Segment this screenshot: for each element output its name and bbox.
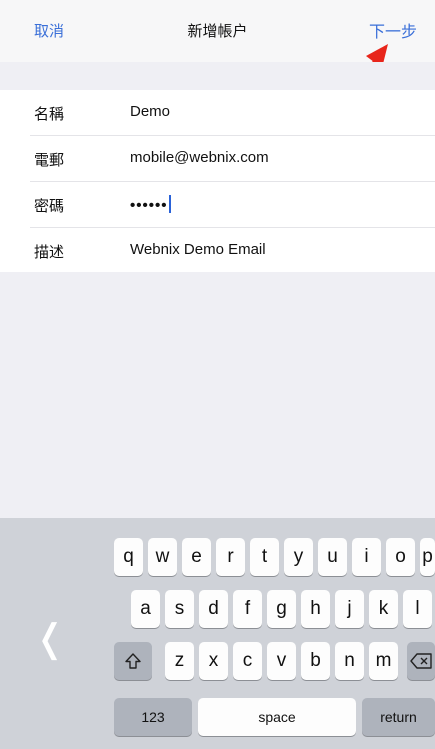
- empty-background: [0, 272, 435, 518]
- key-g[interactable]: g: [267, 590, 296, 628]
- delete-key[interactable]: [407, 642, 435, 680]
- key-d[interactable]: d: [199, 590, 228, 628]
- key-z[interactable]: z: [165, 642, 194, 680]
- key-y[interactable]: y: [284, 538, 313, 576]
- key-t[interactable]: t: [250, 538, 279, 576]
- description-field[interactable]: Webnix Demo Email: [130, 241, 266, 258]
- key-w[interactable]: w: [148, 538, 177, 576]
- text-cursor: [168, 195, 171, 213]
- account-form: 名稱 Demo 電郵 mobile@webnix.com 密碼 •••••• 描…: [0, 90, 435, 273]
- key-f[interactable]: f: [233, 590, 262, 628]
- key-i[interactable]: i: [352, 538, 381, 576]
- key-l[interactable]: l: [403, 590, 432, 628]
- key-o[interactable]: o: [386, 538, 415, 576]
- email-field[interactable]: mobile@webnix.com: [130, 149, 269, 166]
- key-s[interactable]: s: [165, 590, 194, 628]
- shift-arrow-icon: [125, 653, 141, 669]
- next-button[interactable]: 下一步: [369, 18, 417, 42]
- key-r[interactable]: r: [216, 538, 245, 576]
- shift-key[interactable]: [114, 642, 152, 680]
- key-x[interactable]: x: [199, 642, 228, 680]
- form-row-description[interactable]: 描述 Webnix Demo Email: [30, 228, 435, 273]
- key-h[interactable]: h: [301, 590, 330, 628]
- name-field[interactable]: Demo: [130, 103, 170, 120]
- key-k[interactable]: k: [369, 590, 398, 628]
- key-b[interactable]: b: [301, 642, 330, 680]
- key-m[interactable]: m: [369, 642, 398, 680]
- key-n[interactable]: n: [335, 642, 364, 680]
- form-row-email[interactable]: 電郵 mobile@webnix.com: [30, 136, 435, 182]
- on-screen-keyboard: ❬ q w e r t y u i o p a s d f g h j k l …: [0, 518, 435, 749]
- form-row-name[interactable]: 名稱 Demo: [30, 90, 435, 136]
- password-field-wrap[interactable]: ••••••: [130, 195, 171, 214]
- key-c[interactable]: c: [233, 642, 262, 680]
- numbers-key[interactable]: 123: [114, 698, 192, 736]
- return-key[interactable]: return: [362, 698, 435, 736]
- email-label: 電郵: [34, 151, 65, 169]
- space-key[interactable]: space: [198, 698, 356, 736]
- key-j[interactable]: j: [335, 590, 364, 628]
- backspace-icon: [410, 653, 432, 669]
- description-label: 描述: [34, 243, 65, 261]
- password-label: 密碼: [34, 197, 65, 215]
- name-label: 名稱: [34, 105, 65, 123]
- key-q[interactable]: q: [114, 538, 143, 576]
- password-field[interactable]: ••••••: [130, 197, 168, 214]
- key-p[interactable]: p: [420, 538, 435, 576]
- key-a[interactable]: a: [131, 590, 160, 628]
- key-v[interactable]: v: [267, 642, 296, 680]
- form-row-password[interactable]: 密碼 ••••••: [30, 182, 435, 228]
- section-spacer: [0, 62, 435, 90]
- chevron-left-icon[interactable]: ❬: [34, 616, 66, 660]
- key-e[interactable]: e: [182, 538, 211, 576]
- key-u[interactable]: u: [318, 538, 347, 576]
